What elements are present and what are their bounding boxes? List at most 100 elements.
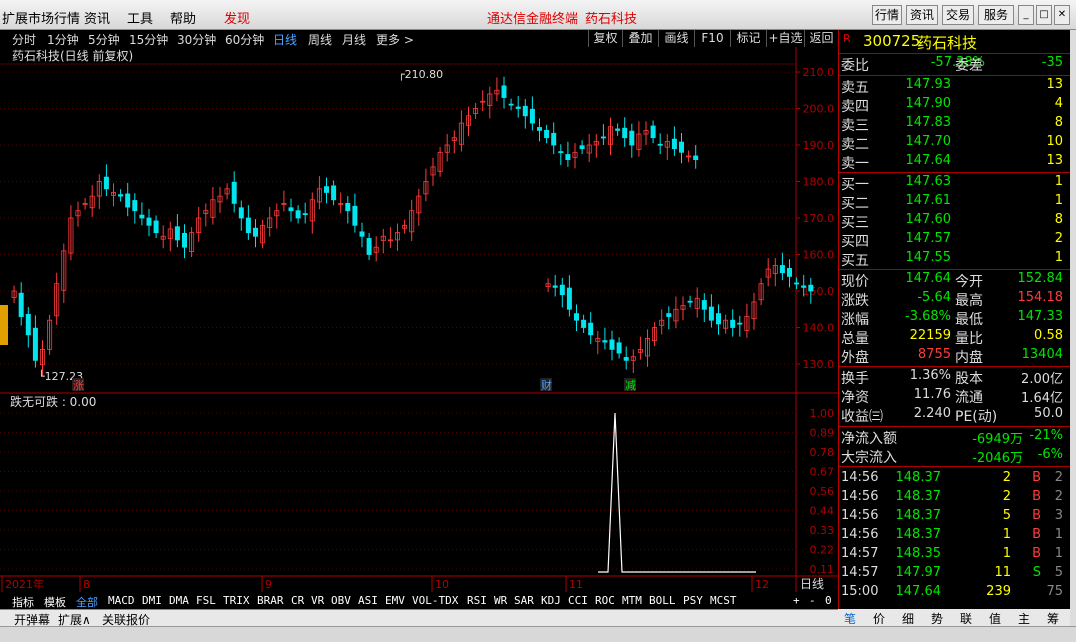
indicator-tab[interactable]: SAR (514, 594, 534, 607)
indicator-tab[interactable]: ASI (358, 594, 378, 607)
kline-chart[interactable]: 210.0 200.0 190.0 180.0 170.0 160.0 150.0 140.0… (0, 47, 838, 592)
indicator-tab[interactable]: WR (494, 594, 507, 607)
candle-body (616, 342, 622, 354)
quote-tab[interactable]: 笔 (844, 610, 856, 627)
maximize-button[interactable]: □ (1036, 5, 1052, 25)
stock-name: 药石科技 (917, 34, 978, 52)
bid-price[interactable]: 147.61 (906, 193, 952, 208)
bid-price[interactable]: 147.55 (906, 250, 952, 265)
tf-1min[interactable]: 1分钟 (47, 31, 79, 48)
tick-side: B (1032, 546, 1041, 561)
ask-price[interactable]: 147.64 (906, 153, 952, 168)
menu-extended-market[interactable]: 扩展市场行情 (2, 8, 80, 27)
ask-level-label: 卖五 (841, 80, 869, 96)
ask-price[interactable]: 147.93 (906, 77, 952, 92)
indicator-tab[interactable]: MTM (622, 594, 642, 607)
tool-draw-line[interactable]: 画线 (658, 30, 694, 47)
indicator-tab[interactable]: 全部 (76, 594, 98, 610)
tf-60min[interactable]: 60分钟 (225, 31, 264, 48)
stat-label: 最低 (955, 312, 983, 328)
flag-icon: R (843, 32, 851, 45)
indicator-tab[interactable]: MACD (108, 594, 135, 607)
zoom-out-button[interactable]: - (809, 594, 816, 607)
indicator-name: 跌无可跌 : 0.00 (10, 394, 96, 409)
quote-panel: R 300725 药石科技 委比 -57.38% 委差 -35 卖五 147.93 13 卖四 1… (838, 30, 1071, 610)
indicator-tab[interactable]: BOLL (649, 594, 676, 607)
close-button[interactable]: ✕ (1054, 5, 1070, 25)
tick-count: 1 (1054, 546, 1063, 561)
indicator-tab[interactable]: VOL-TDX (412, 594, 458, 607)
bid-price[interactable]: 147.60 (906, 212, 952, 227)
tool-overlay[interactable]: 叠加 (622, 30, 658, 47)
indicator-tab[interactable]: 指标 (12, 594, 34, 610)
candle-body (146, 217, 152, 226)
indicator-tab[interactable]: OBV (331, 594, 351, 607)
indicator-tab[interactable]: 模板 (44, 594, 66, 610)
indicator-tab[interactable]: DMI (142, 594, 162, 607)
tick-price: 148.37 (895, 489, 942, 504)
tick-price: 148.35 (895, 546, 942, 561)
tf-15min[interactable]: 15分钟 (129, 31, 168, 48)
indicator-tab[interactable]: DMA (169, 594, 189, 607)
service-button[interactable]: 服务 (978, 5, 1014, 25)
flow-label: 净流入额 (841, 431, 897, 447)
ask-row: 卖四 147.90 4 (839, 96, 1071, 115)
stock-code: 300725 (863, 32, 921, 50)
menu-tools[interactable]: 工具 (127, 8, 153, 27)
fundamental-value: 2.240 (913, 406, 951, 421)
zoom-reset-button[interactable]: 0 (825, 594, 832, 607)
minimize-button[interactable]: _ (1018, 5, 1034, 25)
menu-help[interactable]: 帮助 (170, 8, 196, 27)
tf-more[interactable]: 更多 > (376, 31, 414, 48)
tool-back[interactable]: 返回 (804, 30, 838, 47)
indicator-tab[interactable]: BRAR (257, 594, 284, 607)
tf-daily[interactable]: 日线 (273, 31, 297, 48)
trade-button[interactable]: 交易 (942, 5, 974, 25)
stat-value: -3.68% (905, 309, 951, 324)
indicator-tab[interactable]: TRIX (223, 594, 250, 607)
tool-f10[interactable]: F10 (694, 30, 730, 47)
ask-price[interactable]: 147.90 (906, 96, 952, 111)
tf-weekly[interactable]: 周线 (308, 31, 332, 48)
quote-tab[interactable]: 筹 (1047, 610, 1059, 627)
bid-price[interactable]: 147.63 (906, 174, 952, 189)
left-panel-toggle[interactable] (0, 305, 8, 345)
ask-price[interactable]: 147.83 (906, 115, 952, 130)
indicator-tab[interactable]: RSI (467, 594, 487, 607)
quote-tab[interactable]: 联 (960, 610, 972, 627)
tf-30min[interactable]: 30分钟 (177, 31, 216, 48)
tool-add-favorite[interactable]: +自选 (766, 30, 804, 47)
indicator-tab[interactable]: VR (311, 594, 324, 607)
quote-tab[interactable]: 值 (989, 610, 1001, 627)
tf-fenshi[interactable]: 分时 (12, 31, 36, 48)
quote-tab[interactable]: 主 (1018, 610, 1030, 627)
tool-mark[interactable]: 标记 (730, 30, 766, 47)
menu-discover[interactable]: 发现 (224, 8, 250, 27)
indicator-tab[interactable]: MCST (710, 594, 737, 607)
quote-tab[interactable]: 细 (902, 610, 914, 627)
menu-news[interactable]: 资讯 (84, 8, 110, 27)
bid-price[interactable]: 147.57 (906, 231, 952, 246)
indicator-tab[interactable]: PSY (683, 594, 703, 607)
zoom-in-button[interactable]: + (793, 594, 800, 607)
tf-monthly[interactable]: 月线 (342, 31, 366, 48)
tf-5min[interactable]: 5分钟 (88, 31, 120, 48)
stat-label: 涨跌 (841, 293, 869, 309)
quote-tab[interactable]: 价 (873, 610, 885, 627)
quote-button[interactable]: 行情 (872, 5, 902, 25)
indicator-tab[interactable]: KDJ (541, 594, 561, 607)
tool-restore-rights[interactable]: 复权 (588, 30, 622, 47)
fundamental-row: 换手 1.36% 股本 2.00亿 (839, 368, 1071, 387)
ask-price[interactable]: 147.70 (906, 134, 952, 149)
indicator-tab[interactable]: FSL (196, 594, 216, 607)
info-button[interactable]: 资讯 (906, 5, 938, 25)
bid-level-label: 买一 (841, 177, 869, 193)
right-scrollbar[interactable] (1070, 30, 1076, 626)
indicator-tab[interactable]: CCI (568, 594, 588, 607)
quote-tab[interactable]: 势 (931, 610, 943, 627)
indicator-tab[interactable]: EMV (385, 594, 405, 607)
event-marker: 减 (625, 379, 636, 392)
indicator-tab[interactable]: ROC (595, 594, 615, 607)
indicator-tab[interactable]: CR (291, 594, 304, 607)
price-tick-label: 130.0 (803, 358, 835, 371)
